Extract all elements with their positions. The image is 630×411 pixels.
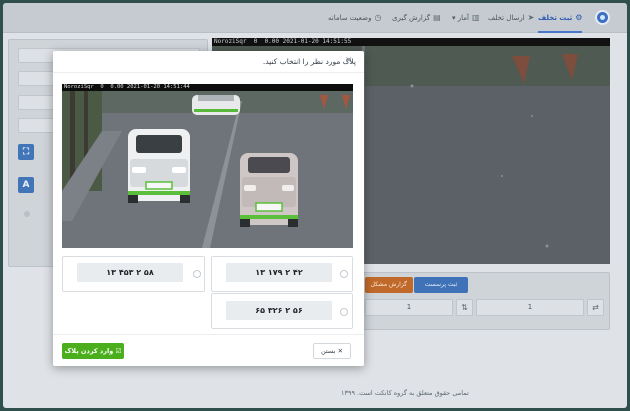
fullscreen-button[interactable]: ⛶: [18, 144, 34, 160]
x-icon: ✕: [337, 347, 344, 355]
plate-image-3: ۶۵ ۳۲۶ ۲ ۵۶: [226, 301, 332, 320]
nav-label: آمار ▾: [452, 14, 469, 22]
logo-icon[interactable]: [595, 10, 610, 25]
report-problem-button[interactable]: گزارش مشکل: [365, 277, 413, 293]
submit-button[interactable]: ثبت پرسست: [414, 277, 468, 293]
plate-image-1: ۱۳ ۴۵۳ ۲ ۵۸: [77, 263, 183, 282]
value-left-input[interactable]: 1: [365, 299, 453, 316]
plate-option-1[interactable]: ۱۳ ۴۵۳ ۲ ۵۸: [62, 256, 205, 292]
snapshot-overlay-text: NoroziSqr 0 0.00 2021-01-20 14:51:44: [62, 84, 353, 91]
plate-text-3: ۶۵ ۳۲۶ ۲ ۵۶: [255, 306, 303, 315]
report-icon: ▤: [433, 13, 441, 22]
value-right-input[interactable]: 1: [476, 299, 584, 316]
close-modal-button[interactable]: ✕ بستن: [313, 343, 351, 359]
nav-label: گزارش گیری: [392, 14, 431, 22]
top-navigation: ⚙ثبت تخلف ➤ارسال تخلف ▥آمار ▾ ▤گزارش گیر…: [3, 3, 627, 33]
plate-radio-1[interactable]: [193, 270, 201, 278]
modal-header: پلاک مورد نظر را انتخاب کنید. ✕: [53, 51, 364, 73]
close-modal-label: بستن: [320, 347, 336, 355]
status-icon: ◷: [374, 13, 382, 22]
close-icon[interactable]: ✕: [345, 56, 353, 66]
nav-item-register-violation[interactable]: ⚙ثبت تخلف: [538, 3, 583, 33]
send-icon: ➤: [527, 13, 535, 22]
plate-option-3[interactable]: ۶۵ ۳۲۶ ۲ ۵۶: [211, 293, 353, 329]
snapshot-image: [62, 91, 353, 248]
swap-icon[interactable]: ⇄: [587, 299, 604, 316]
radio-option[interactable]: [24, 211, 30, 217]
nav-item-send-violation[interactable]: ➤ارسال تخلف: [488, 3, 534, 33]
chart-icon: ▥: [471, 13, 480, 22]
copyright-text: تمامی حقوق متعلق به گروه کانکت است. ۱۳۹۹: [341, 389, 469, 397]
enter-plate-label: وارد کردن پلاک: [64, 347, 114, 355]
enter-plate-button[interactable]: ☑ وارد کردن پلاک: [62, 343, 124, 359]
nav-item-statistics[interactable]: ▥آمار ▾: [452, 3, 480, 33]
nav-label: ثبت تخلف: [538, 14, 573, 22]
sort-icon[interactable]: ⇅: [456, 299, 473, 316]
vehicle-snapshot: NoroziSqr 0 0.00 2021-01-20 14:51:44: [62, 84, 353, 248]
plate-select-modal: پلاک مورد نظر را انتخاب کنید. ✕ NoroziSq…: [53, 51, 364, 366]
plate-radio-3[interactable]: [340, 308, 348, 316]
nav-label: ارسال تخلف: [488, 14, 525, 22]
gear-icon: ⚙: [575, 13, 583, 22]
plate-option-2[interactable]: ۱۳ ۱۷۹ ۲ ۴۲: [211, 256, 353, 292]
camera-overlay-text: NoroziSqr 0 0.00 2021-01-20 14:51:55: [212, 38, 610, 46]
plate-text-1: ۱۳ ۴۵۳ ۲ ۵۸: [106, 268, 154, 277]
modal-footer: ☑ وارد کردن پلاک ✕ بستن: [53, 334, 364, 366]
plate-image-2: ۱۳ ۱۷۹ ۲ ۴۲: [226, 263, 332, 282]
check-icon: ☑: [115, 347, 122, 355]
plate-text-2: ۱۳ ۱۷۹ ۲ ۴۲: [255, 268, 303, 277]
plate-radio-2[interactable]: [340, 270, 348, 278]
nav-item-system-status[interactable]: ◷وضعیت سامانه: [328, 3, 381, 33]
nav-item-reports[interactable]: ▤گزارش گیری: [392, 3, 441, 33]
font-button[interactable]: A: [18, 177, 34, 193]
modal-title: پلاک مورد نظر را انتخاب کنید.: [262, 57, 356, 66]
nav-label: وضعیت سامانه: [328, 14, 372, 22]
